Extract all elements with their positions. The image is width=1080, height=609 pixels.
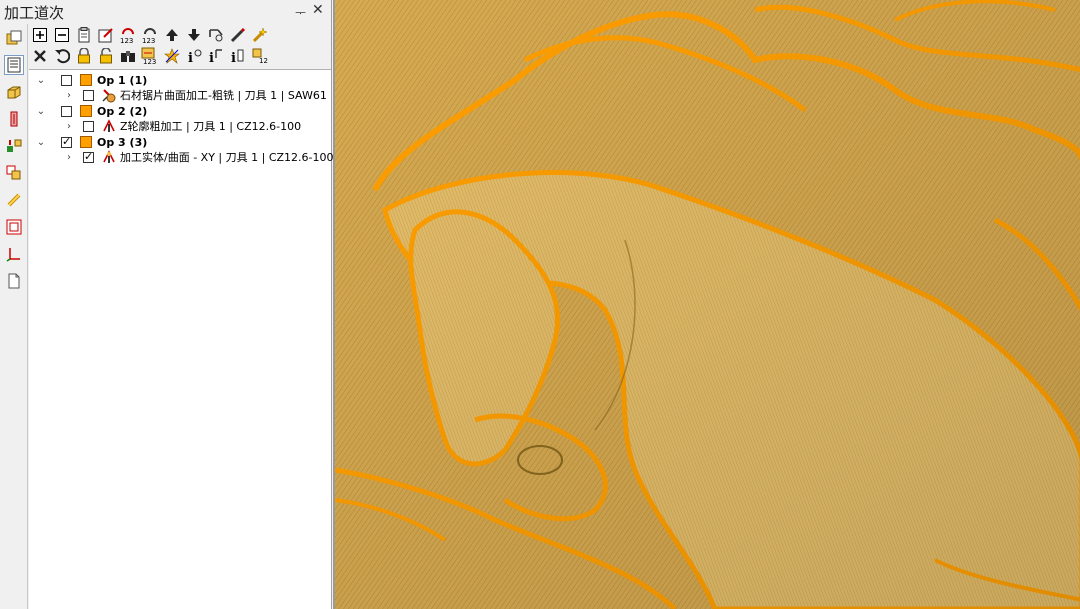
unlock-icon[interactable] <box>95 46 117 66</box>
tab-levels-icon[interactable] <box>4 136 24 156</box>
toolbar-row-2: 123 i i i 12 <box>29 45 271 67</box>
operation-icon <box>80 136 92 148</box>
svg-text:123: 123 <box>142 37 155 44</box>
graphics-viewport[interactable] <box>333 0 1080 609</box>
tab-solids-icon[interactable] <box>4 82 24 102</box>
link-icon[interactable] <box>205 25 227 45</box>
toolpath-checkbox[interactable] <box>83 120 94 132</box>
svg-text:12: 12 <box>259 57 268 64</box>
info-icon[interactable]: i <box>183 46 205 66</box>
collapse-icon[interactable]: ⌄ <box>35 75 47 86</box>
tab-document-icon[interactable] <box>4 271 24 291</box>
svg-text:i: i <box>231 51 236 64</box>
svg-text:123: 123 <box>143 58 156 65</box>
app-window: 加工道次 ᅮ ✕ 123 123 123 i i i 12 ⌄ Op 1 (1)… <box>0 0 1080 609</box>
edit-icon[interactable] <box>95 25 117 45</box>
info-tool-icon[interactable]: i <box>227 46 249 66</box>
close-icon[interactable]: ✕ <box>312 2 324 18</box>
contour-toolpath-icon <box>103 119 115 132</box>
move-down-icon[interactable] <box>183 25 205 45</box>
toolpath-relief-preview <box>335 0 1080 609</box>
svg-text:123: 123 <box>120 37 133 44</box>
pencil-icon[interactable] <box>227 25 249 45</box>
copy-icon[interactable] <box>73 25 95 45</box>
wand-icon[interactable] <box>249 25 271 45</box>
svg-text:i: i <box>209 51 214 64</box>
delete-icon[interactable] <box>29 46 51 66</box>
op-label[interactable]: Op 3 (3) <box>97 136 147 149</box>
operation-icon <box>80 105 92 117</box>
op-label[interactable]: Op 1 (1) <box>97 74 147 87</box>
regenerate-123-icon[interactable]: 123 <box>117 25 139 45</box>
expand-icon[interactable]: › <box>63 90 75 101</box>
star-icon[interactable] <box>161 46 183 66</box>
operations-tree: ⌄ Op 1 (1) › 石材锯片曲面加工-粗铣 | 刀具 1 | SAW61 … <box>29 69 334 609</box>
op-label[interactable]: Op 2 (2) <box>97 105 147 118</box>
add-icon[interactable] <box>29 25 51 45</box>
tab-operations-icon[interactable] <box>4 55 24 75</box>
tab-tools-icon[interactable] <box>4 190 24 210</box>
panel-title: 加工道次 <box>4 4 65 22</box>
op-row[interactable]: ⌄ Op 3 (3) <box>35 134 147 150</box>
binoculars-icon[interactable] <box>117 46 139 66</box>
tab-axes-icon[interactable] <box>4 244 24 264</box>
toolpath-row[interactable]: › Z轮廓粗加工 | 刀具 1 | CZ12.6-100 <box>63 118 301 134</box>
tab-views-icon[interactable] <box>4 217 24 237</box>
operations-panel: 加工道次 ᅮ ✕ 123 123 123 i i i 12 ⌄ Op 1 (1)… <box>0 0 334 609</box>
toolpath-checkbox[interactable] <box>83 150 94 163</box>
tab-groups-icon[interactable] <box>4 163 24 183</box>
op-checkbox[interactable] <box>61 74 72 86</box>
operation-icon <box>80 74 92 86</box>
op-checkbox[interactable] <box>61 105 72 117</box>
saw-toolpath-icon <box>102 89 116 103</box>
pin-icon[interactable]: ᅮ <box>295 4 306 21</box>
collapse-icon[interactable]: ⌄ <box>35 137 47 148</box>
tab-planes-icon[interactable] <box>4 109 24 129</box>
toolpath-row[interactable]: › 石材锯片曲面加工-粗铣 | 刀具 1 | SAW61 <box>63 87 327 103</box>
collapse-icon[interactable]: ⌄ <box>35 106 47 117</box>
op-checkbox[interactable] <box>61 135 72 148</box>
relief-shading <box>335 0 1080 609</box>
refresh-123-icon[interactable]: 123 <box>139 25 161 45</box>
expand-icon[interactable]: › <box>63 152 75 163</box>
expand-icon[interactable]: › <box>63 121 75 132</box>
remove-icon[interactable] <box>51 25 73 45</box>
svg-text:i: i <box>188 51 193 64</box>
toolbar-row-1: 123 123 <box>29 24 271 46</box>
toolpath-label[interactable]: 加工实体/曲面 - XY | 刀具 1 | CZ12.6-100 <box>120 149 334 165</box>
toolpath-label[interactable]: Z轮廓粗加工 | 刀具 1 | CZ12.6-100 <box>120 118 301 134</box>
panel-title-bar: 加工道次 ᅮ ✕ <box>0 0 332 24</box>
side-tab-strip <box>0 24 28 609</box>
info-bracket-icon[interactable]: i <box>205 46 227 66</box>
move-up-icon[interactable] <box>161 25 183 45</box>
toolpath-checkbox[interactable] <box>83 89 94 101</box>
calc-123-icon[interactable]: 123 <box>139 46 161 66</box>
op-row[interactable]: ⌄ Op 2 (2) <box>35 103 147 119</box>
op-row[interactable]: ⌄ Op 1 (1) <box>35 72 147 88</box>
toolpath-row[interactable]: › 加工实体/曲面 - XY | 刀具 1 | CZ12.6-100 <box>63 149 334 165</box>
surface-toolpath-icon <box>103 150 115 163</box>
undo-icon[interactable] <box>51 46 73 66</box>
toolpath-label[interactable]: 石材锯片曲面加工-粗铣 | 刀具 1 | SAW61 <box>120 87 327 103</box>
tab-toolpaths-icon[interactable] <box>4 28 24 48</box>
lock-icon[interactable] <box>73 46 95 66</box>
number-12-icon[interactable]: 12 <box>249 46 271 66</box>
